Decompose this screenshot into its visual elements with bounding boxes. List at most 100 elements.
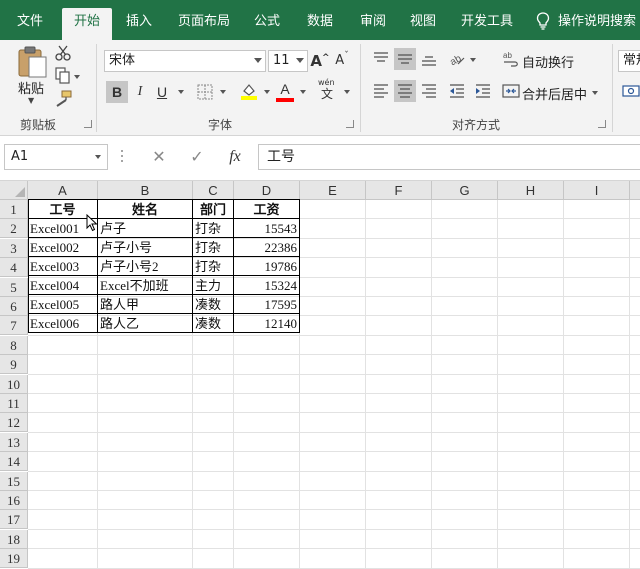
- cell-dept[interactable]: 打杂: [193, 238, 233, 257]
- cell-name[interactable]: 卢子小号2: [98, 257, 192, 276]
- row-header[interactable]: 9: [0, 355, 28, 375]
- column-header-f[interactable]: F: [366, 181, 432, 200]
- row-header[interactable]: 18: [0, 529, 28, 549]
- cell-dept[interactable]: 打杂: [193, 219, 233, 238]
- insert-function-icon[interactable]: fx: [222, 144, 248, 170]
- row-header[interactable]: 11: [0, 394, 28, 413]
- font-color-button[interactable]: A: [276, 78, 294, 100]
- column-header-i[interactable]: I: [564, 181, 630, 200]
- row-header[interactable]: 15: [0, 471, 28, 491]
- row-header[interactable]: 13: [0, 432, 28, 452]
- number-format-combo[interactable]: 常规: [618, 50, 640, 72]
- column-header-c[interactable]: C: [193, 181, 234, 200]
- paste-icon[interactable]: [16, 45, 48, 79]
- clipboard-launcher-icon[interactable]: [84, 120, 92, 128]
- cut-icon[interactable]: [54, 44, 72, 62]
- tab-review[interactable]: 审阅: [352, 8, 394, 40]
- tab-developer[interactable]: 开发工具: [454, 8, 520, 40]
- paste-button[interactable]: 粘贴: [18, 78, 44, 97]
- cell-salary[interactable]: 12140: [234, 314, 299, 333]
- cell-dept[interactable]: 主力: [193, 276, 233, 295]
- currency-format-icon[interactable]: [622, 82, 640, 100]
- decrease-indent-icon[interactable]: [448, 82, 466, 100]
- fill-color-dropdown-icon[interactable]: [264, 90, 270, 94]
- column-header-e[interactable]: E: [300, 181, 366, 200]
- more-dots-icon[interactable]: [120, 148, 124, 164]
- row-header[interactable]: 7: [0, 316, 28, 336]
- font-launcher-icon[interactable]: [346, 120, 354, 128]
- row-header[interactable]: 16: [0, 491, 28, 510]
- fill-color-icon[interactable]: [240, 82, 258, 100]
- cell-salary[interactable]: 15324: [234, 276, 299, 295]
- column-header-b[interactable]: B: [98, 181, 193, 200]
- row-header[interactable]: 2: [0, 219, 28, 239]
- bold-button[interactable]: B: [106, 81, 128, 103]
- name-box[interactable]: A1: [4, 144, 108, 170]
- cell-name[interactable]: 路人甲: [98, 295, 192, 314]
- grow-font-button[interactable]: A^: [310, 50, 330, 72]
- merge-dropdown-icon[interactable]: [592, 91, 598, 95]
- tab-formulas[interactable]: 公式: [246, 8, 288, 40]
- wrap-text-icon[interactable]: ab: [502, 50, 520, 68]
- column-header-g[interactable]: G: [432, 181, 498, 200]
- increase-indent-icon[interactable]: [474, 82, 492, 100]
- orientation-icon[interactable]: ab: [448, 50, 466, 68]
- cancel-icon[interactable]: ✕: [146, 144, 172, 170]
- merge-center-icon[interactable]: [502, 82, 520, 100]
- tab-page-layout[interactable]: 页面布局: [172, 8, 236, 40]
- merge-center-button[interactable]: 合并后居中: [522, 84, 587, 103]
- row-header[interactable]: 1: [0, 200, 28, 219]
- copy-dropdown-icon[interactable]: [74, 75, 80, 79]
- align-top-icon[interactable]: [372, 50, 390, 68]
- cell-id[interactable]: Excel006: [28, 314, 97, 333]
- row-header[interactable]: 3: [0, 238, 28, 258]
- cell-dept[interactable]: 打杂: [193, 257, 233, 276]
- phonetic-guide-button[interactable]: 文: [318, 86, 336, 102]
- row-header[interactable]: 10: [0, 374, 28, 394]
- align-middle-button[interactable]: [394, 48, 416, 70]
- paste-dropdown-icon[interactable]: ▼: [28, 96, 34, 105]
- worksheet-grid[interactable]: A B C D E F G H I 1 2 3 4 5 6 7 8 9 10 11 12 13 14 15 1…: [0, 180, 640, 569]
- underline-dropdown-icon[interactable]: [178, 90, 184, 94]
- align-bottom-icon[interactable]: [420, 50, 438, 68]
- align-center-button[interactable]: [394, 80, 416, 102]
- cell-id[interactable]: Excel005: [28, 295, 97, 314]
- enter-icon[interactable]: ✓: [184, 144, 210, 170]
- row-header[interactable]: 8: [0, 335, 28, 355]
- tab-file[interactable]: 文件: [8, 8, 52, 40]
- cell-name[interactable]: 卢子小号: [98, 238, 192, 257]
- tab-data[interactable]: 数据: [298, 8, 342, 40]
- column-header-d[interactable]: D: [234, 181, 300, 200]
- wrap-text-button[interactable]: 自动换行: [522, 52, 574, 71]
- header-cell-salary[interactable]: 工资: [234, 200, 299, 219]
- column-header-j[interactable]: [630, 181, 640, 200]
- lightbulb-icon[interactable]: [536, 12, 550, 30]
- italic-button[interactable]: I: [130, 81, 150, 103]
- cell-salary[interactable]: 15543: [234, 219, 299, 238]
- cell-id[interactable]: Excel003: [28, 257, 97, 276]
- formula-input[interactable]: 工号: [258, 144, 640, 170]
- tab-home[interactable]: 开始: [62, 8, 112, 40]
- borders-dropdown-icon[interactable]: [220, 90, 226, 94]
- font-name-combo[interactable]: 宋体: [104, 50, 266, 72]
- row-header[interactable]: 17: [0, 510, 28, 530]
- font-size-combo[interactable]: 11: [268, 50, 308, 72]
- copy-icon[interactable]: [54, 66, 72, 84]
- row-header[interactable]: 4: [0, 258, 28, 278]
- row-header[interactable]: 14: [0, 452, 28, 472]
- shrink-font-button[interactable]: Aˇ: [332, 50, 352, 72]
- cell-name[interactable]: 卢子: [98, 219, 192, 238]
- underline-button[interactable]: U: [152, 81, 172, 103]
- select-all-button[interactable]: [0, 181, 28, 200]
- cell-salary[interactable]: 19786: [234, 257, 299, 276]
- orientation-dropdown-icon[interactable]: [470, 58, 476, 62]
- cell-name[interactable]: 路人乙: [98, 314, 192, 333]
- row-header[interactable]: 12: [0, 413, 28, 433]
- alignment-launcher-icon[interactable]: [598, 120, 606, 128]
- phonetic-dropdown-icon[interactable]: [344, 90, 350, 94]
- cell-dept[interactable]: 凑数: [193, 314, 233, 333]
- align-left-icon[interactable]: [372, 82, 390, 100]
- tell-me-search[interactable]: 操作说明搜索: [558, 8, 636, 36]
- borders-icon[interactable]: [196, 83, 214, 101]
- cell-salary[interactable]: 22386: [234, 238, 299, 257]
